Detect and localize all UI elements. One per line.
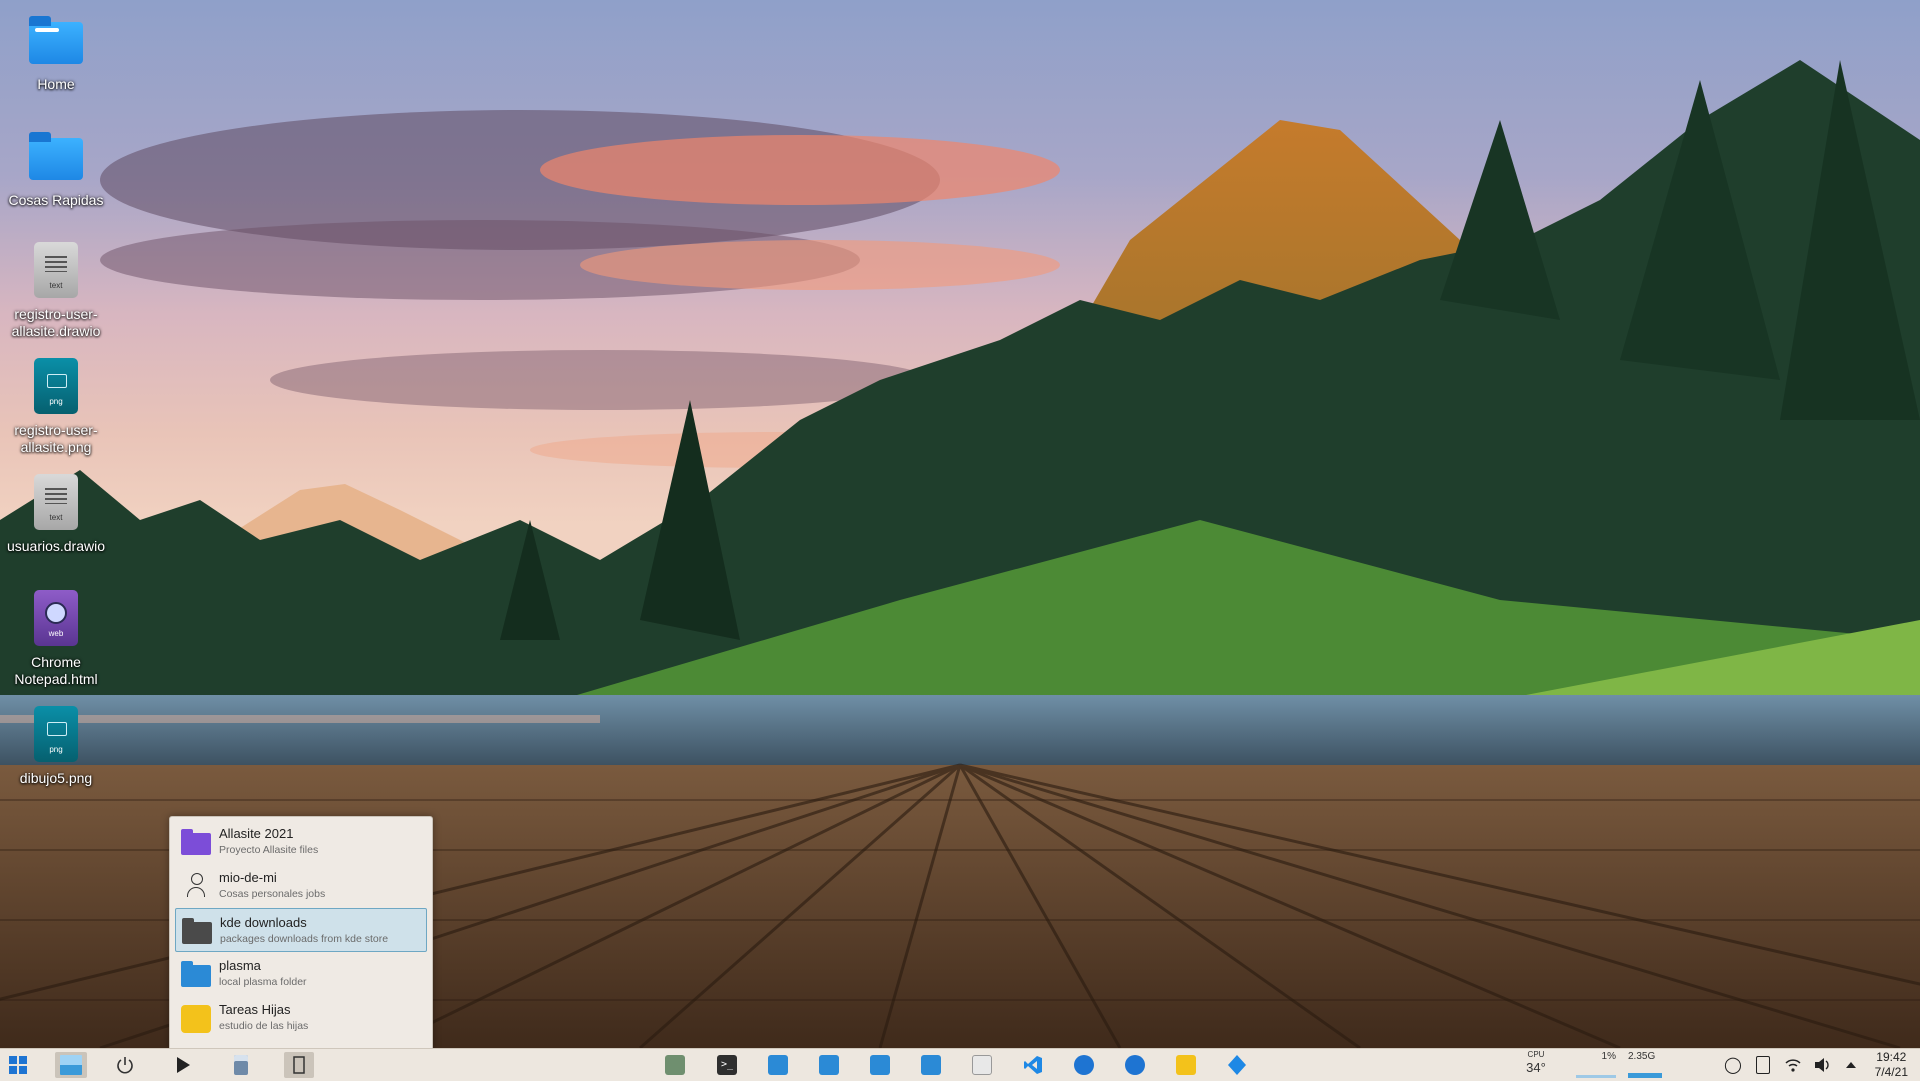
memory-widget[interactable]: 2.35G [1622,1049,1666,1081]
file-manager-icon [870,1055,890,1075]
desktop-icon-label: Cosas Rapidas [8,192,104,208]
activity-item-allasite[interactable]: Allasite 2021 Proyecto Allasite files [175,820,427,864]
media-play-button[interactable] [168,1052,198,1078]
file-manager-icon [768,1055,788,1075]
home-folder-icon [29,16,83,64]
activities-switcher-button[interactable] [55,1052,87,1078]
task-chromium-1[interactable] [1069,1052,1099,1078]
activity-item-mio-de-mi[interactable]: mio-de-mi Cosas personales jobs [175,864,427,908]
taskbar: >_ CPU 34° 1% 2.35G ◯ 19:42 7/4/21 [0,1048,1920,1081]
desktop-icon-home[interactable]: Home [0,10,112,93]
dark-folder-icon [182,918,212,944]
network-icon [1785,1059,1801,1072]
activity-desc: estudio de las hijas [219,1020,309,1032]
activity-name: mio-de-mi [219,870,277,885]
task-file-manager-1[interactable] [763,1052,793,1078]
cpu-label: CPU [1527,1050,1545,1059]
cpu-temp-value: 34° [1526,1060,1546,1075]
activity-item-plasma[interactable]: plasma local plasma folder [175,952,427,996]
desktop-icon-chrome-notepad[interactable]: web Chrome Notepad.html [0,588,112,688]
play-icon [177,1057,190,1073]
desktop-icon-registro-png[interactable]: png registro-user-allasite.png [0,356,112,456]
file-manager-icon [819,1055,839,1075]
desktop-icon-usuarios-drawio[interactable]: text usuarios.drawio [0,472,112,555]
task-chromium-2[interactable] [1120,1052,1150,1078]
bookmark-button[interactable] [284,1052,314,1078]
file-manager-icon [921,1055,941,1075]
desktop-icon-label: Home [37,76,75,92]
activity-desc: Proyecto Allasite files [219,844,319,856]
task-notes[interactable] [1171,1052,1201,1078]
tray-lightbulb[interactable]: ◯ [1720,1052,1746,1078]
bookmark-icon [293,1056,305,1074]
desktop-icon-cosas-rapidas[interactable]: Cosas Rapidas [0,126,112,209]
user-icon [181,873,211,899]
tray-network[interactable] [1780,1052,1806,1078]
vscode-icon [1024,1056,1042,1074]
tray-volume[interactable] [1810,1052,1836,1078]
calculator-icon [234,1055,248,1075]
desktop-icon-label: registro-user-allasite.png [14,422,98,455]
desktop-icon-label: dibujo5.png [19,770,93,786]
text-file-icon: text [34,242,78,298]
volume-icon [1815,1058,1829,1072]
clock-widget[interactable]: 19:42 7/4/21 [1875,1050,1908,1080]
terminal-icon: >_ [717,1055,737,1075]
lightbulb-icon: ◯ [1724,1057,1742,1074]
chromium-icon [1074,1055,1094,1075]
folder-icon [29,132,83,180]
image-file-icon: png [34,706,78,762]
activity-name: kde downloads [220,915,307,930]
calculator-button[interactable] [226,1052,256,1078]
activity-item-kde-downloads[interactable]: kde downloads packages downloads from kd… [175,908,427,952]
desktop-icon-label: Chrome Notepad.html [14,654,98,687]
clock-date: 7/4/21 [1874,1065,1908,1079]
desktop-icon-registro-drawio[interactable]: text registro-user-allasite.drawio [0,240,112,340]
task-file-manager-3[interactable] [865,1052,895,1078]
notes-icon [1176,1055,1196,1075]
desktop-icon-label: registro-user-allasite.drawio [11,306,101,339]
activity-desc: packages downloads from kde store [220,933,389,945]
cpu-load-value: 1% [1601,1051,1616,1062]
cpu-load-widget[interactable]: 1% [1570,1049,1626,1081]
app-launcher-button[interactable] [3,1052,33,1078]
clock-time: 19:42 [1876,1050,1907,1064]
image-file-icon: png [34,358,78,414]
task-file-manager-2[interactable] [814,1052,844,1078]
task-file-manager-4[interactable] [916,1052,946,1078]
kde-connect-icon [1228,1055,1246,1075]
blue-folder-icon [181,961,211,987]
power-button[interactable] [110,1052,140,1078]
activities-popup: Allasite 2021 Proyecto Allasite files mi… [169,816,433,1050]
task-vscode[interactable] [1018,1052,1048,1078]
memory-value: 2.35G [1628,1051,1656,1062]
desktop-icon-label: usuarios.drawio [6,538,106,554]
task-text-editor[interactable] [967,1052,997,1078]
tray-expand[interactable] [1838,1052,1864,1078]
activities-switcher-icon [60,1055,82,1075]
purple-folder-icon [181,829,211,855]
arrow-up-icon [1846,1062,1856,1068]
activity-name: plasma [219,958,261,973]
app-launcher-icon [9,1056,27,1074]
activity-name: Allasite 2021 [219,826,294,841]
power-icon [117,1057,133,1074]
desktop-icon-dibujo5[interactable]: png dibujo5.png [0,704,112,787]
chromium-icon [1125,1055,1145,1075]
clipboard-icon [1756,1056,1770,1074]
yellow-notes-icon [181,1005,211,1033]
text-editor-icon [972,1055,992,1075]
task-kde-connect[interactable] [1222,1052,1252,1078]
text-file-icon: text [34,474,78,530]
web-file-icon: web [34,590,78,646]
system-monitor-icon [665,1055,685,1075]
cpu-temperature-widget[interactable]: CPU 34° [1514,1049,1558,1081]
activity-desc: local plasma folder [219,976,307,988]
activity-desc: Cosas personales jobs [219,888,326,900]
activity-name: Tareas Hijas [219,1002,291,1017]
task-terminal[interactable]: >_ [712,1052,742,1078]
activity-item-tareas-hijas[interactable]: Tareas Hijas estudio de las hijas [175,996,427,1040]
task-system-monitor[interactable] [660,1052,690,1078]
tray-clipboard[interactable] [1750,1052,1776,1078]
